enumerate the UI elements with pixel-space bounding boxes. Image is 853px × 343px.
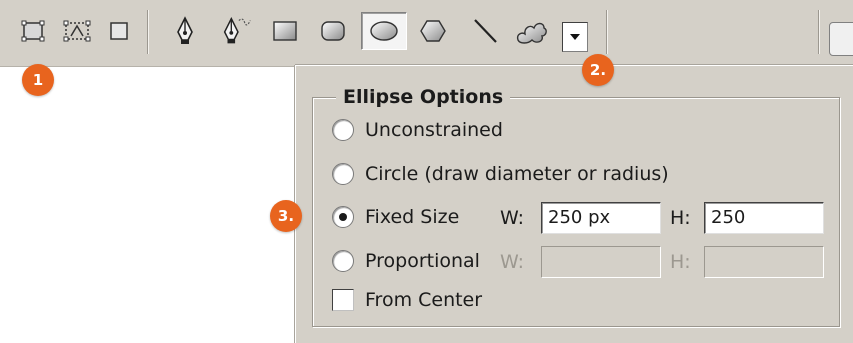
fill-pixels-mode-icon (110, 22, 128, 40)
option-unconstrained[interactable]: Unconstrained (332, 116, 503, 144)
proportional-height-input (704, 246, 824, 278)
pen-tool-icon (177, 16, 193, 44)
toolbar-separator (147, 10, 149, 54)
ellipse-tool-icon (370, 21, 398, 41)
toolbar-separator (818, 10, 820, 54)
fixed-width-input[interactable]: 250 px (541, 202, 661, 234)
from-center-checkbox[interactable] (332, 289, 354, 311)
proportional-width-label: W: (500, 251, 525, 273)
rounded-rectangle-tool-button[interactable] (314, 12, 352, 50)
callout-badge-3: 3. (270, 200, 302, 232)
callout-badge-1: 1 (22, 64, 54, 96)
rounded-rectangle-tool-icon (321, 21, 345, 41)
fill-pixels-mode-button[interactable] (100, 12, 138, 50)
shape-layers-mode-button[interactable] (14, 12, 52, 50)
fixed-width-label: W: (500, 207, 525, 229)
freeform-pen-tool-icon (223, 16, 251, 44)
ellipse-tool-button[interactable] (361, 12, 407, 50)
fixed-size-radio[interactable] (332, 206, 354, 228)
polygon-tool-icon (420, 20, 446, 42)
unconstrained-label: Unconstrained (365, 119, 503, 141)
proportional-radio[interactable] (332, 250, 354, 272)
ellipse-options-title: Ellipse Options (336, 85, 511, 109)
rectangle-tool-icon (273, 21, 297, 41)
options-toolbar (0, 0, 853, 67)
triangle-down-icon (570, 34, 580, 40)
circle-radio[interactable] (332, 163, 354, 185)
circle-label: Circle (draw diameter or radius) (365, 163, 669, 185)
option-proportional[interactable]: Proportional (332, 247, 480, 275)
paths-mode-button[interactable] (58, 12, 96, 50)
proportional-width-input (541, 246, 661, 278)
polygon-tool-button[interactable] (414, 12, 452, 50)
unconstrained-radio[interactable] (332, 119, 354, 141)
callout-badge-2: 2. (582, 54, 614, 86)
custom-shape-tool-icon (516, 22, 547, 44)
option-from-center[interactable]: From Center (332, 286, 482, 314)
shape-options-dropdown-button[interactable] (562, 22, 588, 52)
freeform-pen-tool-button[interactable] (218, 12, 256, 50)
paths-mode-icon (63, 20, 91, 42)
rectangle-tool-button[interactable] (266, 12, 304, 50)
line-tool-button[interactable] (466, 12, 504, 50)
option-circle[interactable]: Circle (draw diameter or radius) (332, 160, 669, 188)
custom-shape-tool-button[interactable] (512, 12, 550, 50)
pen-tool-button[interactable] (166, 12, 204, 50)
fixed-size-label: Fixed Size (365, 206, 460, 228)
line-tool-icon (474, 19, 497, 43)
from-center-label: From Center (365, 289, 483, 311)
toolbar-separator (606, 10, 608, 54)
fixed-height-label: H: (670, 207, 691, 229)
fixed-height-input[interactable]: 250 (704, 202, 824, 234)
shape-layers-mode-icon (21, 20, 45, 42)
toolbar-partial-button[interactable] (829, 22, 853, 56)
proportional-label: Proportional (365, 250, 480, 272)
option-fixed-size[interactable]: Fixed Size (332, 203, 459, 231)
proportional-height-label: H: (670, 251, 691, 273)
